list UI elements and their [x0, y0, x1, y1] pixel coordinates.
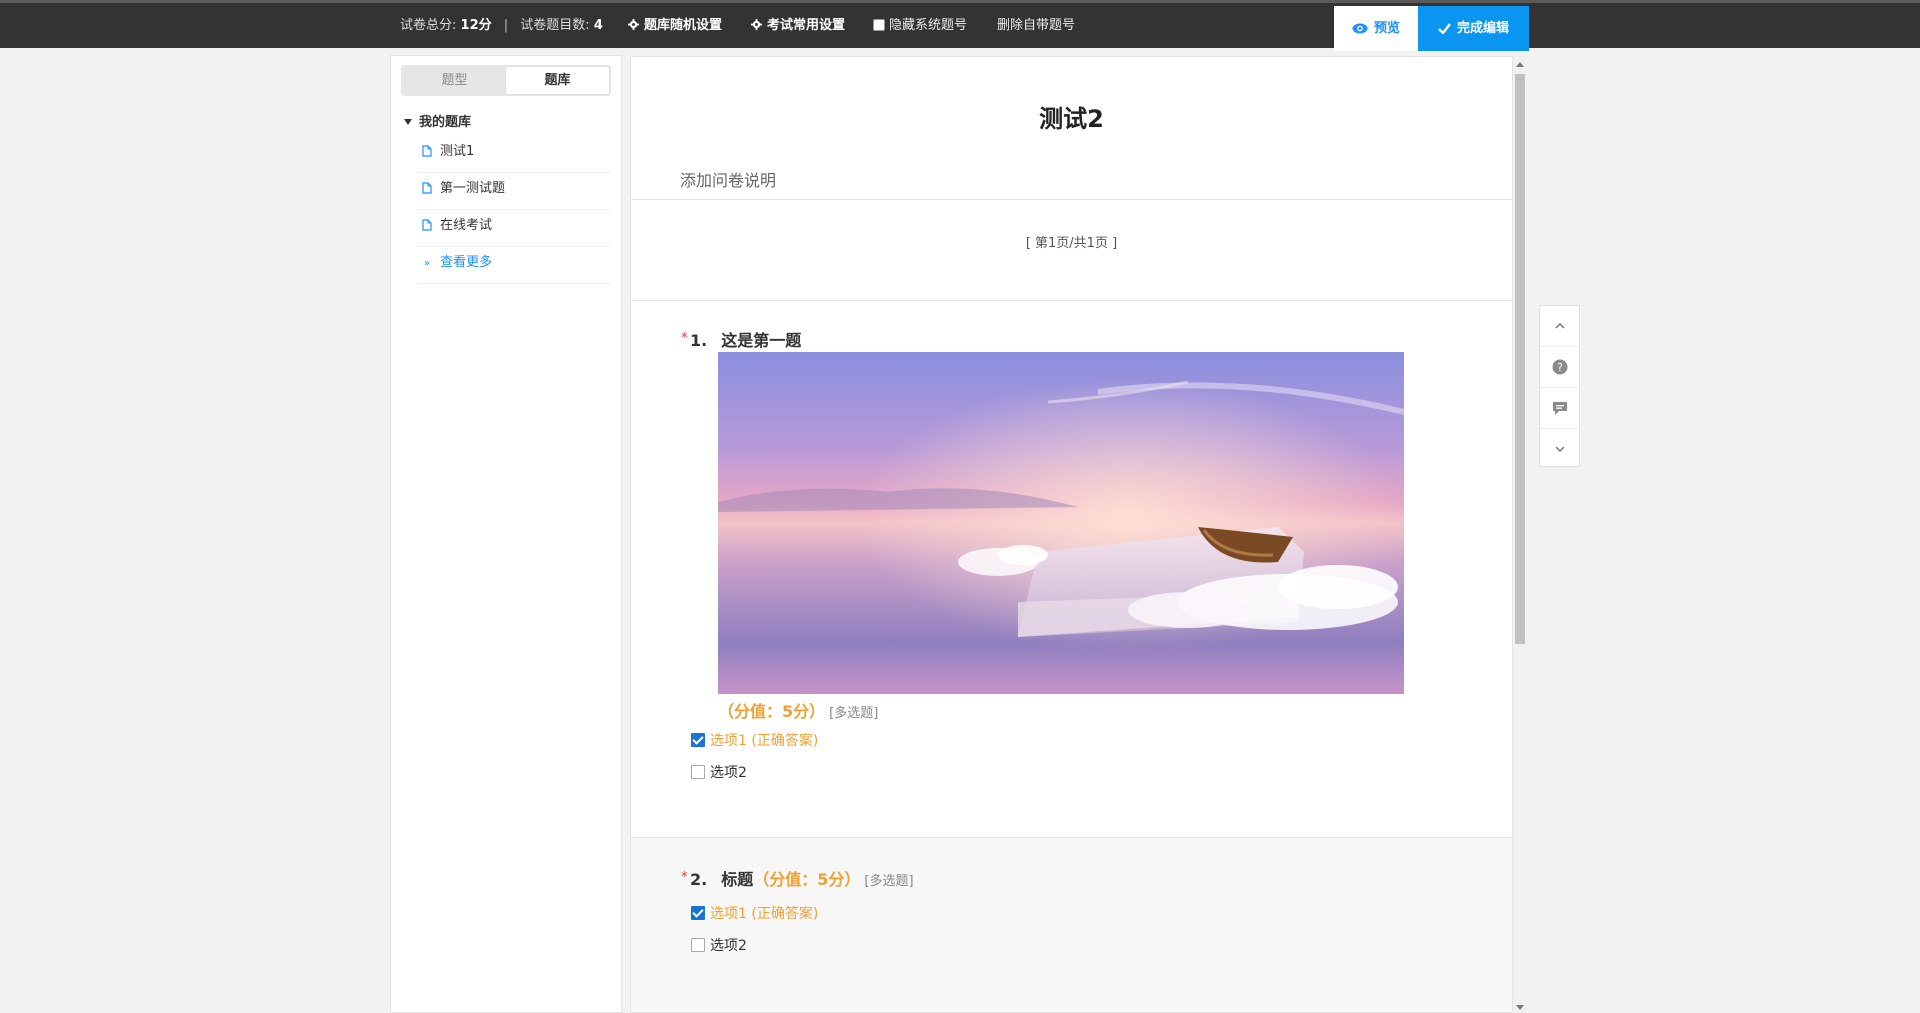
caret-down-icon	[404, 119, 412, 125]
view-more-link[interactable]: » 查看更多	[418, 247, 610, 284]
random-setting-label: 题库随机设置	[644, 18, 723, 33]
divider	[631, 199, 1512, 200]
checkbox-checked[interactable]	[691, 733, 705, 747]
question-score-line: （分值：5分） [多选题]	[718, 698, 878, 722]
question-header: 1. 这是第一题	[690, 327, 801, 351]
bank-item[interactable]: 第一测试题	[418, 173, 610, 210]
checkbox[interactable]	[691, 765, 705, 779]
exam-paper: 测试2 添加问卷说明 [ 第1页/共1页 ] * 1. 这是第一题 （分值：5分…	[630, 56, 1513, 1013]
question-number: 2.	[690, 870, 708, 889]
preview-button[interactable]: 预览	[1334, 6, 1418, 51]
option-label: 选项1 (正确答案)	[710, 733, 819, 749]
total-score-label: 试卷总分:	[400, 18, 457, 33]
floating-toolbar: ?	[1539, 305, 1580, 467]
check-icon	[1438, 23, 1451, 35]
double-chevron-down-icon: »	[424, 258, 431, 269]
question-count-value: 4	[593, 18, 603, 33]
common-setting-button[interactable]: 考试常用设置	[751, 3, 845, 48]
paper-description[interactable]: 添加问卷说明	[680, 167, 776, 191]
common-setting-label: 考试常用设置	[767, 18, 846, 33]
bank-list: 测试1 第一测试题 在线考试 » 查看更多	[418, 136, 610, 284]
required-mark: *	[681, 870, 688, 885]
question-score: （分值：5分）	[753, 870, 861, 889]
preview-label: 预览	[1373, 21, 1400, 36]
option-2[interactable]: 选项2	[691, 935, 747, 955]
tab-question-type[interactable]: 题型	[403, 67, 506, 94]
summary-separator: |	[503, 18, 509, 33]
paper-title[interactable]: 测试2	[631, 99, 1512, 134]
question-title: 标题	[721, 870, 754, 889]
total-score-value: 12分	[460, 18, 492, 33]
view-more-label: 查看更多	[440, 255, 493, 270]
question-2[interactable]: * 2. 标题（分值：5分） [多选题] 选项1 (正确答案) 选项2	[631, 837, 1512, 1012]
hide-system-numbers-checkbox[interactable]	[873, 19, 885, 31]
tree-root-label: 我的题库	[419, 115, 472, 130]
gear-icon	[628, 19, 639, 30]
scroll-up-arrow[interactable]	[1516, 62, 1524, 67]
option-label: 选项2	[710, 938, 747, 954]
help-icon: ?	[1552, 359, 1567, 375]
bank-item-label: 在线考试	[440, 218, 493, 233]
bank-item[interactable]: 测试1	[418, 136, 610, 173]
finish-edit-button[interactable]: 完成编辑	[1418, 6, 1529, 51]
eye-icon	[1352, 23, 1368, 34]
scroll-top-button[interactable]	[1540, 306, 1579, 347]
scroll-thumb[interactable]	[1515, 74, 1525, 644]
random-setting-button[interactable]: 题库随机设置	[628, 3, 722, 48]
option-1[interactable]: 选项1 (正确答案)	[691, 903, 818, 923]
scroll-down-arrow[interactable]	[1516, 1005, 1524, 1010]
chevron-up-icon	[1554, 323, 1565, 329]
question-type: [多选题]	[829, 706, 879, 721]
question-image	[718, 352, 1404, 694]
question-count-label: 试卷题目数:	[520, 18, 590, 33]
question-1[interactable]: * 1. 这是第一题 （分值：5分） [多选题] 选项1 (正确答案) 选项2	[631, 301, 1512, 893]
comment-icon	[1552, 401, 1567, 415]
sidebar-tabs: 题型 题库	[401, 65, 611, 96]
svg-text:?: ?	[1557, 361, 1563, 374]
hide-system-numbers-toggle[interactable]: 隐藏系统题号	[873, 3, 967, 48]
chevron-down-icon	[1554, 446, 1565, 452]
tree-root-my-bank[interactable]: 我的题库	[404, 111, 471, 130]
checkbox-checked[interactable]	[691, 906, 705, 920]
option-label: 选项1 (正确答案)	[710, 906, 819, 922]
document-icon	[422, 182, 432, 194]
hide-system-numbers-label: 隐藏系统题号	[889, 18, 968, 33]
required-mark: *	[681, 331, 688, 346]
paper-scrollbar[interactable]	[1513, 56, 1527, 1013]
option-2[interactable]: 选项2	[691, 762, 747, 782]
gear-icon	[751, 19, 762, 30]
checkbox[interactable]	[691, 938, 705, 952]
question-title: 这是第一题	[721, 331, 802, 350]
scroll-bottom-button[interactable]	[1540, 429, 1579, 469]
delete-own-numbers-button[interactable]: 删除自带题号	[997, 3, 1075, 48]
finish-edit-label: 完成编辑	[1456, 21, 1509, 36]
question-score: （分值：5分）	[718, 702, 826, 721]
page-indicator: [ 第1页/共1页 ]	[1025, 236, 1118, 251]
question-number: 1.	[690, 331, 708, 350]
top-toolbar: 试卷总分: 12分 | 试卷题目数: 4 题库随机设置 考试常用设置 隐藏系统题…	[0, 0, 1920, 51]
document-icon	[422, 145, 432, 157]
document-icon	[422, 219, 432, 231]
tab-question-bank[interactable]: 题库	[506, 67, 609, 94]
option-1[interactable]: 选项1 (正确答案)	[691, 730, 818, 750]
bank-item[interactable]: 在线考试	[418, 210, 610, 247]
bank-item-label: 测试1	[440, 144, 475, 159]
question-header: 2. 标题（分值：5分） [多选题]	[690, 866, 914, 890]
help-button[interactable]: ?	[1540, 347, 1579, 388]
question-type: [多选题]	[864, 874, 914, 889]
bank-item-label: 第一测试题	[440, 181, 506, 196]
comment-button[interactable]	[1540, 388, 1579, 429]
option-label: 选项2	[710, 765, 747, 781]
paper-summary: 试卷总分: 12分 | 试卷题目数: 4	[400, 3, 603, 48]
